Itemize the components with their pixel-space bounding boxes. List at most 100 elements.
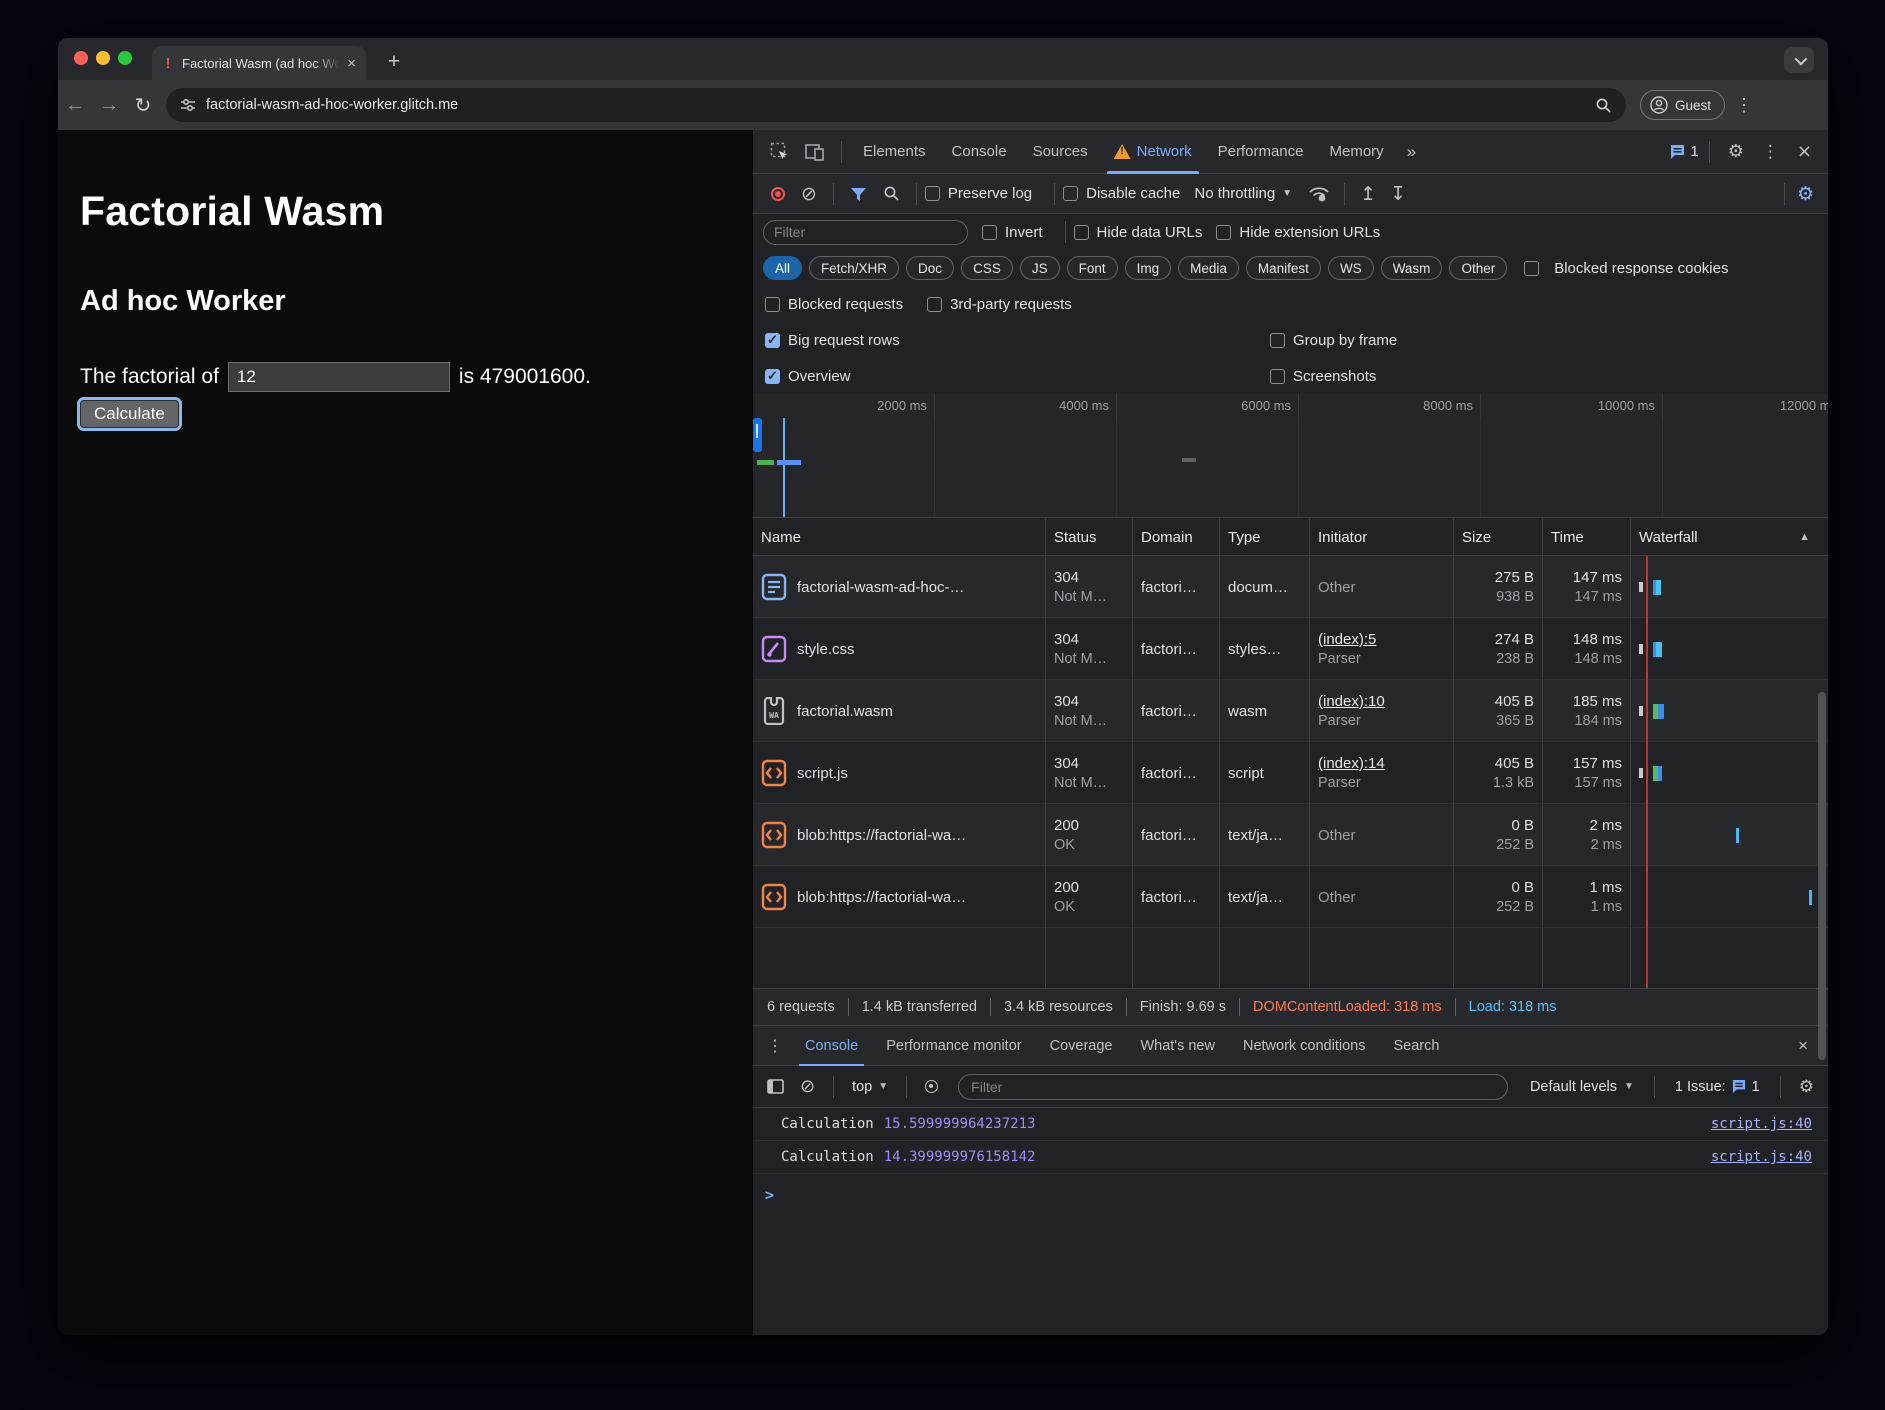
drawer-tab-coverage[interactable]: Coverage: [1036, 1026, 1127, 1066]
network-filter-input[interactable]: [763, 220, 968, 245]
window-controls[interactable]: [74, 51, 132, 65]
network-overview[interactable]: 2000 ms 4000 ms 6000 ms 8000 ms 10000 ms…: [753, 394, 1828, 518]
clear-network-log-icon[interactable]: ⊘: [793, 183, 825, 205]
table-row[interactable]: script.js 304Not M… factori… script (ind…: [753, 742, 1828, 804]
close-drawer-icon[interactable]: ×: [1784, 1036, 1822, 1056]
network-search-icon[interactable]: [883, 185, 900, 202]
initiator-link[interactable]: (index):10: [1318, 693, 1445, 710]
chip-js[interactable]: JS: [1020, 256, 1060, 280]
tab-memory[interactable]: Memory: [1317, 130, 1397, 174]
column-header-type[interactable]: Type: [1220, 518, 1310, 556]
chip-font[interactable]: Font: [1067, 256, 1118, 280]
console-settings-gear-icon[interactable]: ⚙: [1793, 1077, 1820, 1097]
inspect-element-icon[interactable]: [770, 142, 790, 162]
preserve-log-checkbox[interactable]: [925, 186, 940, 201]
new-tab-button[interactable]: +: [380, 48, 408, 76]
chip-manifest[interactable]: Manifest: [1246, 256, 1321, 280]
settings-gear-icon[interactable]: ⚙: [1720, 141, 1752, 162]
source-link[interactable]: script.js:40: [1711, 1116, 1812, 1132]
chip-other[interactable]: Other: [1449, 256, 1507, 280]
initiator-link[interactable]: (index):14: [1318, 755, 1445, 772]
throttling-dropdown[interactable]: No throttling ▼: [1194, 185, 1292, 202]
drawer-tab-whats-new[interactable]: What's new: [1126, 1026, 1229, 1066]
screenshots-checkbox[interactable]: [1270, 369, 1285, 384]
blocked-requests-checkbox[interactable]: [765, 297, 780, 312]
console-prompt[interactable]: >: [753, 1174, 1828, 1204]
issues-counter[interactable]: 1: [1669, 143, 1698, 160]
record-button[interactable]: [771, 187, 785, 201]
overview-checkbox[interactable]: [765, 369, 780, 384]
close-window-button[interactable]: [74, 51, 88, 65]
disable-cache-checkbox[interactable]: [1063, 186, 1078, 201]
invert-checkbox[interactable]: [982, 225, 997, 240]
maximize-window-button[interactable]: [118, 51, 132, 65]
source-link[interactable]: script.js:40: [1711, 1149, 1812, 1165]
import-har-icon[interactable]: ↥: [1353, 183, 1383, 205]
table-row[interactable]: WA factorial.wasm 304Not M… factori… was…: [753, 680, 1828, 742]
console-log[interactable]: Calculation 15.599999964237213 script.js…: [753, 1108, 1828, 1335]
export-har-icon[interactable]: ↧: [1383, 183, 1413, 205]
network-settings-gear-icon[interactable]: ⚙: [1793, 183, 1818, 205]
console-sidebar-icon[interactable]: [761, 1079, 790, 1094]
tab-close-icon[interactable]: ×: [347, 55, 356, 72]
tab-console[interactable]: Console: [939, 130, 1020, 174]
chip-fetch-xhr[interactable]: Fetch/XHR: [809, 256, 899, 280]
drawer-tab-console[interactable]: Console: [791, 1026, 872, 1066]
console-filter-input[interactable]: [958, 1074, 1508, 1100]
drawer-tab-network-conditions[interactable]: Network conditions: [1229, 1026, 1380, 1066]
console-message[interactable]: Calculation 14.399999976158142 script.js…: [753, 1141, 1828, 1174]
chip-doc[interactable]: Doc: [906, 256, 954, 280]
minimize-window-button[interactable]: [96, 51, 110, 65]
drawer-tab-search[interactable]: Search: [1379, 1026, 1453, 1066]
url-text[interactable]: factorial-wasm-ad-hoc-worker.glitch.me: [206, 97, 1585, 113]
chip-all[interactable]: All: [763, 256, 802, 280]
close-devtools-icon[interactable]: ×: [1789, 141, 1820, 162]
devtools-menu-icon[interactable]: ⋮: [1754, 142, 1787, 162]
column-header-name[interactable]: Name: [753, 518, 1046, 556]
initiator-link[interactable]: (index):5: [1318, 631, 1445, 648]
column-header-domain[interactable]: Domain: [1133, 518, 1220, 556]
clear-console-icon[interactable]: ⊘: [794, 1076, 821, 1097]
reload-button[interactable]: ↻: [126, 93, 160, 118]
overview-selection-handle[interactable]: [753, 418, 762, 452]
console-message[interactable]: Calculation 15.599999964237213 script.js…: [753, 1108, 1828, 1141]
back-button[interactable]: ←: [58, 94, 92, 117]
browser-tab[interactable]: ! Factorial Wasm (ad hoc Work ×: [152, 46, 366, 80]
group-by-frame-checkbox[interactable]: [1270, 333, 1285, 348]
context-selector[interactable]: top ▼: [846, 1079, 894, 1095]
more-tabs-button[interactable]: »: [1397, 142, 1426, 162]
blocked-response-cookies-checkbox[interactable]: [1524, 261, 1539, 276]
table-row[interactable]: blob:https://factorial-wa… 200OK factori…: [753, 866, 1828, 928]
tab-search-button[interactable]: [1784, 47, 1814, 73]
zoom-icon[interactable]: [1595, 97, 1612, 114]
live-expression-eye-icon[interactable]: [919, 1080, 944, 1093]
site-settings-icon[interactable]: [180, 97, 196, 113]
column-header-status[interactable]: Status: [1046, 518, 1133, 556]
chip-css[interactable]: CSS: [961, 256, 1013, 280]
tab-performance[interactable]: Performance: [1205, 130, 1317, 174]
table-row[interactable]: style.css 304Not M… factori… styles… (in…: [753, 618, 1828, 680]
third-party-checkbox[interactable]: [927, 297, 942, 312]
chip-img[interactable]: Img: [1125, 256, 1172, 280]
big-request-rows-checkbox[interactable]: [765, 333, 780, 348]
column-header-time[interactable]: Time: [1543, 518, 1631, 556]
table-row[interactable]: blob:https://factorial-wa… 200OK factori…: [753, 804, 1828, 866]
column-header-size[interactable]: Size: [1454, 518, 1543, 556]
table-row[interactable]: factorial-wasm-ad-hoc-… 304Not M… factor…: [753, 556, 1828, 618]
tab-elements[interactable]: Elements: [850, 130, 939, 174]
table-scrollbar[interactable]: [1818, 692, 1826, 1060]
column-header-waterfall[interactable]: Waterfall ▲: [1631, 518, 1828, 556]
network-conditions-icon[interactable]: [1308, 185, 1330, 203]
drawer-tab-performance-monitor[interactable]: Performance monitor: [872, 1026, 1035, 1066]
chip-wasm[interactable]: Wasm: [1381, 256, 1443, 280]
hide-extension-urls-checkbox[interactable]: [1216, 225, 1231, 240]
device-toolbar-icon[interactable]: [804, 142, 826, 162]
tab-network[interactable]: Network: [1101, 130, 1205, 174]
issues-chip[interactable]: 1 Issue: 1: [1667, 1079, 1768, 1095]
tab-sources[interactable]: Sources: [1020, 130, 1101, 174]
chip-ws[interactable]: WS: [1328, 256, 1374, 280]
hide-data-urls-checkbox[interactable]: [1074, 225, 1089, 240]
calculate-button[interactable]: Calculate: [80, 400, 179, 428]
drawer-menu-icon[interactable]: ⋮: [759, 1036, 791, 1056]
filter-funnel-icon[interactable]: [850, 186, 867, 202]
